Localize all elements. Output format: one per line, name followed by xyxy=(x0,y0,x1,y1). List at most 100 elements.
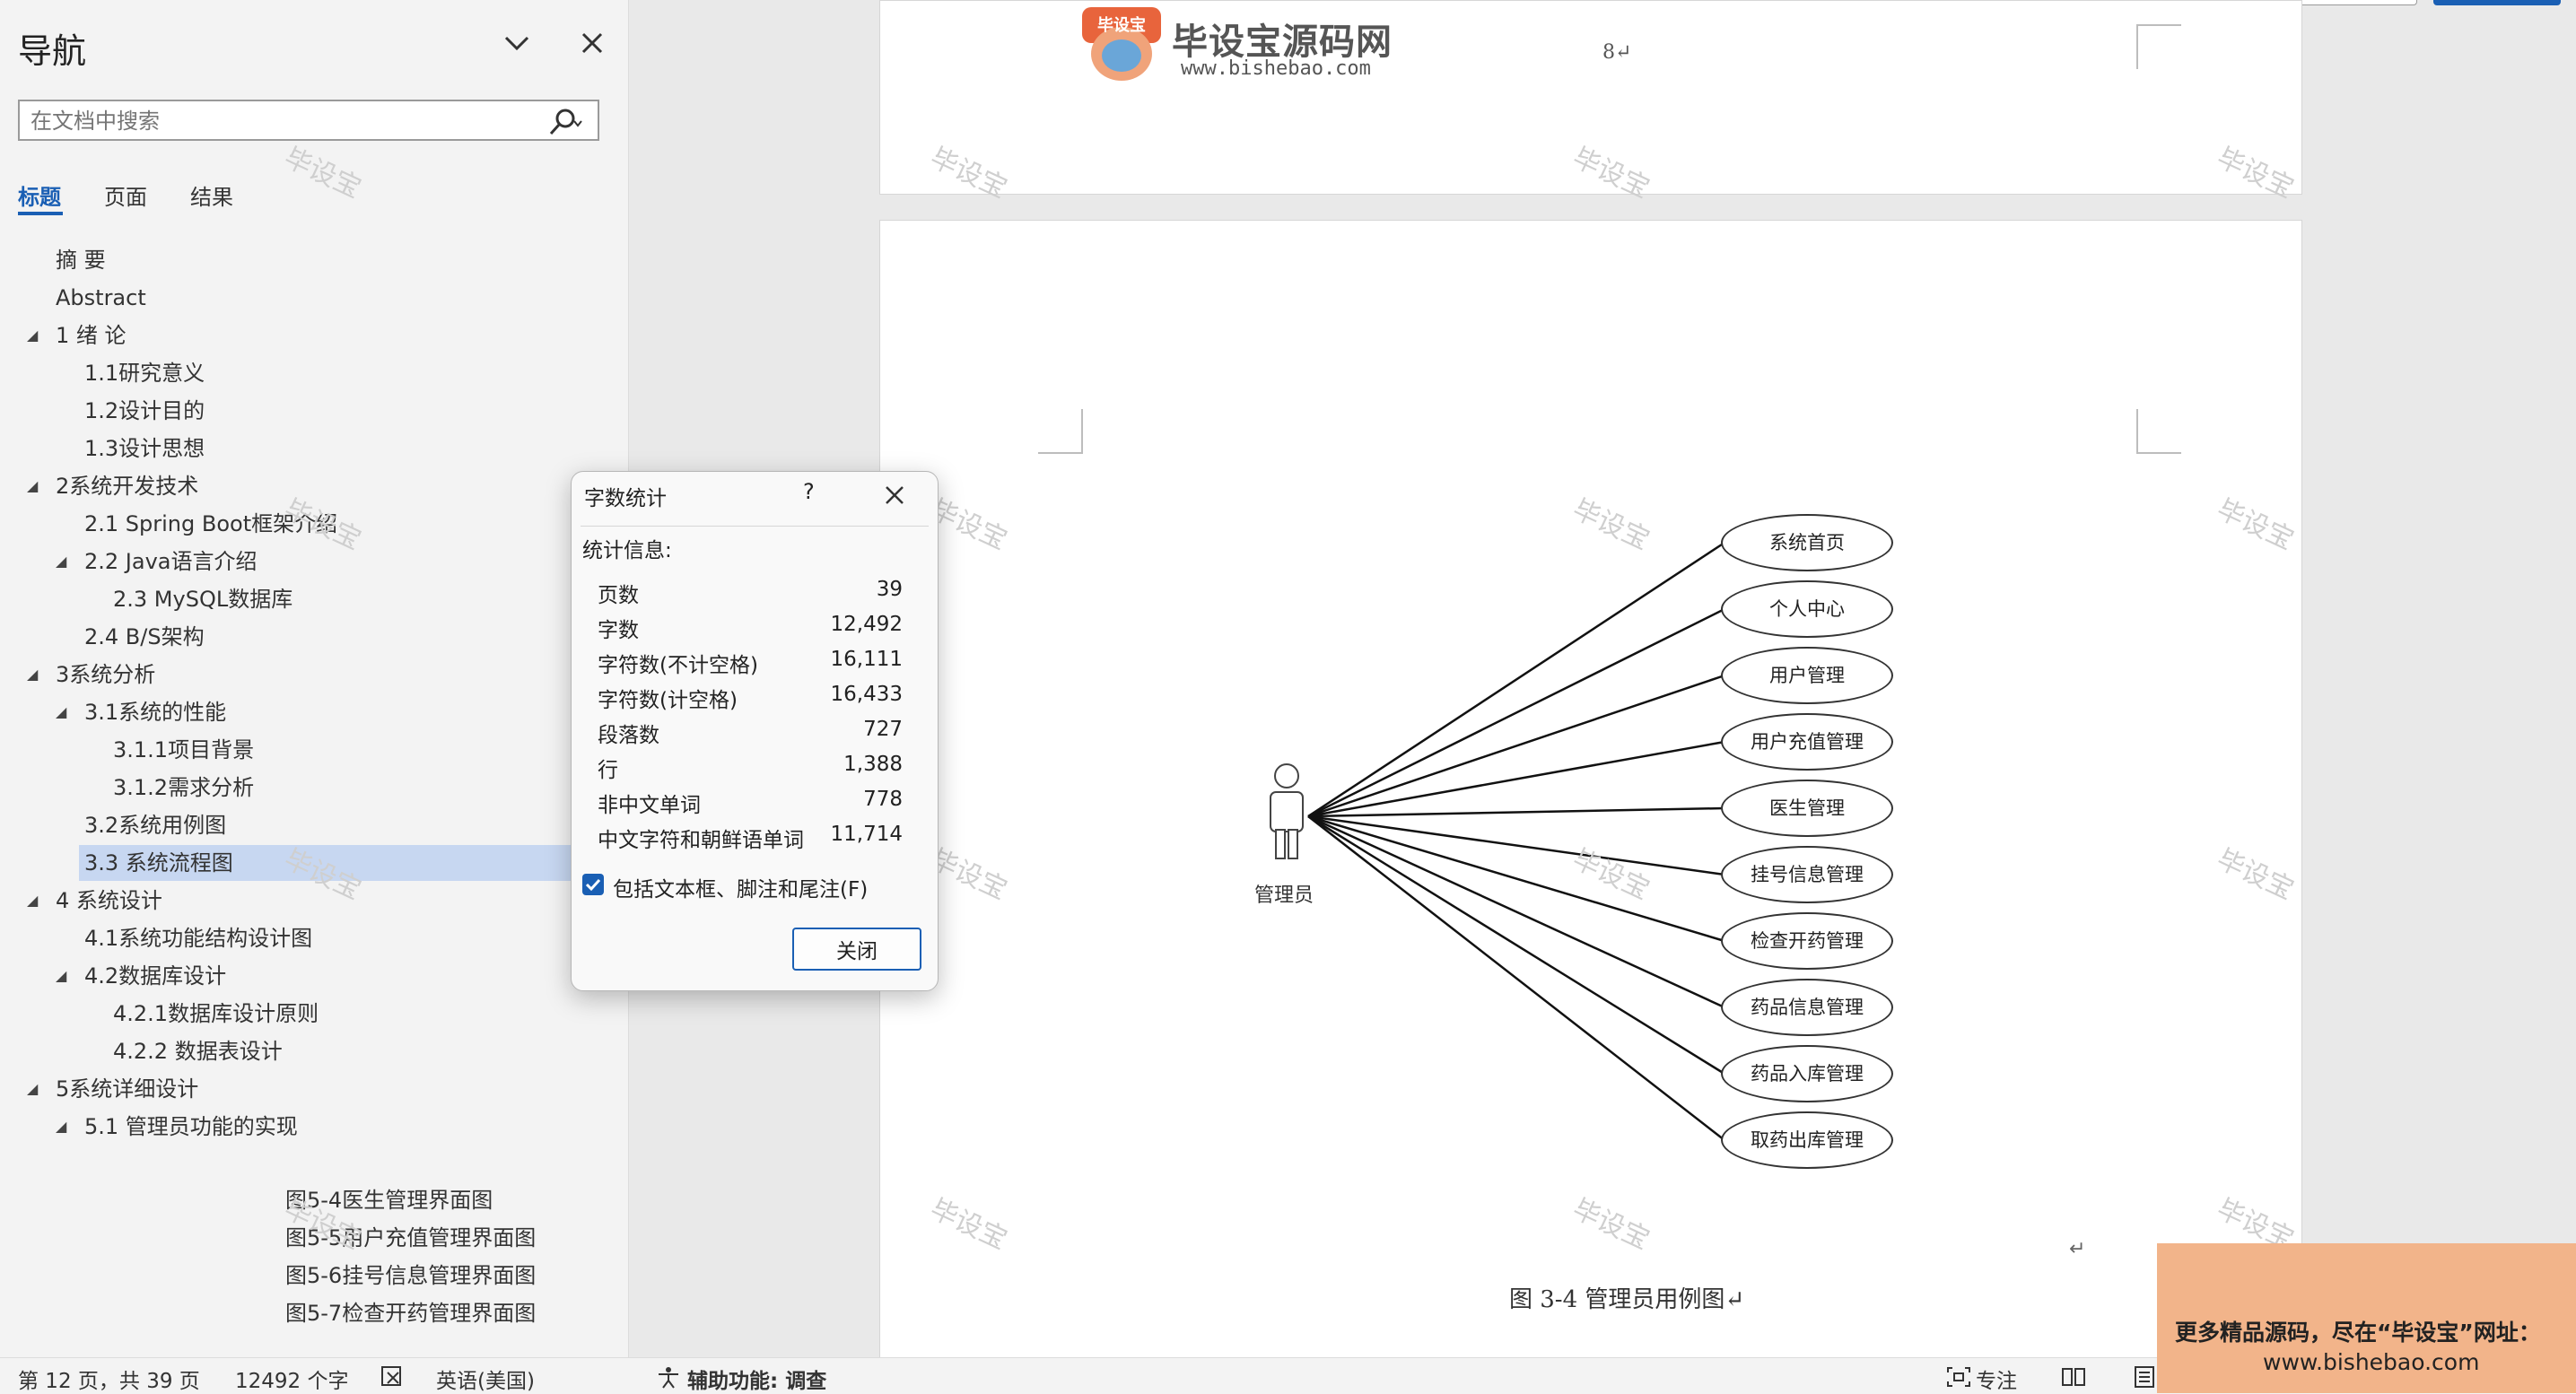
read-mode-icon[interactable] xyxy=(2060,1365,2087,1389)
close-button[interactable]: 关闭 xyxy=(792,928,921,971)
active-tab-indicator xyxy=(18,212,63,215)
nav-heading-item[interactable]: 4.2.2 数据表设计 xyxy=(113,1033,283,1069)
nav-heading-item[interactable]: 3.2系统用例图 xyxy=(84,807,226,843)
promo-url: www.bishebao.com xyxy=(2263,1349,2480,1375)
logo-url: www.bishebao.com xyxy=(1181,57,1371,80)
nav-heading-item[interactable]: 3系统分析 xyxy=(56,657,155,693)
actor-icon xyxy=(1270,763,1304,859)
nav-heading-item[interactable]: Abstract xyxy=(56,280,146,316)
nav-heading-item[interactable]: 1.1研究意义 xyxy=(84,355,205,391)
close-icon[interactable] xyxy=(882,483,907,508)
svg-text:毕设宝: 毕设宝 xyxy=(1097,15,1146,35)
accessibility-icon[interactable] xyxy=(655,1365,682,1389)
figure-caption: 图 3-4 管理员用例图↵ xyxy=(1509,1286,1745,1313)
tab-results[interactable]: 结果 xyxy=(190,179,233,211)
crop-mark xyxy=(2136,24,2181,69)
collapse-triangle-icon[interactable]: ◢ xyxy=(56,1118,66,1135)
stat-row: 行 1,388 xyxy=(598,753,903,787)
nav-heading-item[interactable]: 4.1系统功能结构设计图 xyxy=(84,920,312,956)
association-line xyxy=(1307,806,1725,818)
stat-row: 非中文单词 778 xyxy=(598,788,903,822)
stat-label: 页数 xyxy=(598,584,639,607)
use-case-oval: 用户充值管理 xyxy=(1721,713,1893,771)
nav-figure-item[interactable]: 图5-7检查开药管理界面图 xyxy=(285,1295,536,1331)
collapse-triangle-icon[interactable]: ◢ xyxy=(27,327,38,344)
stat-row: 字符数(计空格) 16,433 xyxy=(598,683,903,717)
paragraph-mark: ↵ xyxy=(2069,1238,2086,1260)
search-box xyxy=(18,100,599,141)
collapse-triangle-icon[interactable]: ◢ xyxy=(27,892,38,909)
nav-heading-item[interactable]: 3.1系统的性能 xyxy=(84,694,226,730)
nav-heading-item[interactable]: 2系统开发技术 xyxy=(56,468,198,504)
collapse-triangle-icon[interactable]: ◢ xyxy=(56,553,66,570)
ribbon-button[interactable] xyxy=(2290,0,2417,5)
search-input[interactable] xyxy=(29,106,535,136)
nav-heading-item[interactable]: 4.2数据库设计 xyxy=(84,958,226,994)
stat-value: 16,433 xyxy=(830,683,903,706)
nav-heading-item[interactable]: 5系统详细设计 xyxy=(56,1071,198,1107)
nav-heading-item[interactable]: 3.1.2需求分析 xyxy=(113,770,254,806)
stat-label: 行 xyxy=(598,759,618,782)
collapse-triangle-icon[interactable]: ◢ xyxy=(27,666,38,683)
stat-value: 778 xyxy=(863,788,903,811)
use-case-oval: 药品入库管理 xyxy=(1721,1045,1893,1102)
dialog-title: 字数统计 xyxy=(584,487,667,510)
language-indicator[interactable]: 英语(美国) xyxy=(436,1364,535,1394)
tab-pages[interactable]: 页面 xyxy=(104,179,147,211)
nav-heading-item[interactable]: 3.1.1项目背景 xyxy=(113,732,254,768)
association-line xyxy=(1307,740,1725,818)
association-line xyxy=(1307,815,1725,1076)
nav-heading-item[interactable]: 4 系统设计 xyxy=(56,883,162,919)
collapse-triangle-icon[interactable]: ◢ xyxy=(27,477,38,494)
page-indicator[interactable]: 第 12 页，共 39 页 xyxy=(18,1364,200,1394)
nav-heading-item[interactable]: 1 绪 论 xyxy=(56,318,127,353)
stat-label: 非中文单词 xyxy=(598,794,701,817)
mascot-logo-icon: 毕设宝 xyxy=(1082,7,1161,81)
use-case-oval: 挂号信息管理 xyxy=(1721,846,1893,903)
stat-row: 页数 39 xyxy=(598,578,903,612)
use-case-oval: 用户管理 xyxy=(1721,647,1893,704)
stat-label: 字符数(不计空格) xyxy=(598,654,758,677)
collapse-triangle-icon[interactable]: ◢ xyxy=(56,967,66,984)
collapse-triangle-icon[interactable]: ◢ xyxy=(27,1080,38,1097)
nav-figure-item[interactable]: 图5-6挂号信息管理界面图 xyxy=(285,1258,536,1294)
chevron-down-icon[interactable] xyxy=(499,25,535,61)
collapse-triangle-icon[interactable]: ◢ xyxy=(56,703,66,720)
crop-mark xyxy=(1038,409,1083,454)
association-line xyxy=(1307,815,1725,943)
focus-icon[interactable] xyxy=(1945,1365,1972,1389)
close-icon[interactable] xyxy=(574,25,610,61)
stat-row: 段落数 727 xyxy=(598,718,903,752)
nav-heading-item[interactable]: 2.3 MySQL数据库 xyxy=(113,581,293,617)
use-case-oval: 检查开药管理 xyxy=(1721,912,1893,970)
help-button[interactable]: ? xyxy=(803,479,815,504)
checkbox-label[interactable]: 包括文本框、脚注和尾注(F) xyxy=(613,872,868,902)
stat-value: 39 xyxy=(876,578,903,601)
nav-heading-item[interactable]: 1.3设计思想 xyxy=(84,431,205,466)
word-count-dialog: 字数统计 ? 统计信息: 页数 39 字数 12,492 字符数(不计空格) 16,111… xyxy=(571,471,939,991)
print-layout-icon[interactable] xyxy=(2132,1365,2157,1389)
tab-headings[interactable]: 标题 xyxy=(18,179,61,211)
nav-heading-item[interactable]: 5.1 管理员功能的实现 xyxy=(84,1109,298,1145)
use-case-oval: 系统首页 xyxy=(1721,514,1893,571)
word-count-indicator[interactable]: 12492 个字 xyxy=(235,1364,348,1394)
nav-heading-item[interactable]: 2.4 B/S架构 xyxy=(84,619,205,655)
use-case-oval: 取药出库管理 xyxy=(1721,1111,1893,1169)
stat-label: 字数 xyxy=(598,619,639,642)
search-icon[interactable] xyxy=(547,107,583,137)
nav-heading-item[interactable]: 2.2 Java语言介绍 xyxy=(84,544,258,579)
nav-heading-item[interactable]: 3.3 系统流程图 xyxy=(84,845,233,881)
stat-value: 1,388 xyxy=(843,753,903,776)
nav-heading-item[interactable]: 1.2设计目的 xyxy=(84,393,205,429)
nav-heading-item[interactable]: 4.2.1数据库设计原则 xyxy=(113,996,319,1032)
accessibility-indicator[interactable]: 辅助功能: 调查 xyxy=(687,1364,826,1394)
checkmark-icon xyxy=(585,878,601,892)
ribbon-button-primary[interactable] xyxy=(2433,0,2561,5)
association-line xyxy=(1307,607,1725,818)
proofing-icon[interactable] xyxy=(380,1365,407,1389)
include-textboxes-checkbox[interactable] xyxy=(582,874,604,895)
stats-heading: 统计信息: xyxy=(582,539,672,562)
nav-heading-item[interactable]: 摘 要 xyxy=(56,242,106,278)
stat-label: 段落数 xyxy=(598,724,659,747)
focus-mode-button[interactable]: 专注 xyxy=(1976,1364,2017,1394)
